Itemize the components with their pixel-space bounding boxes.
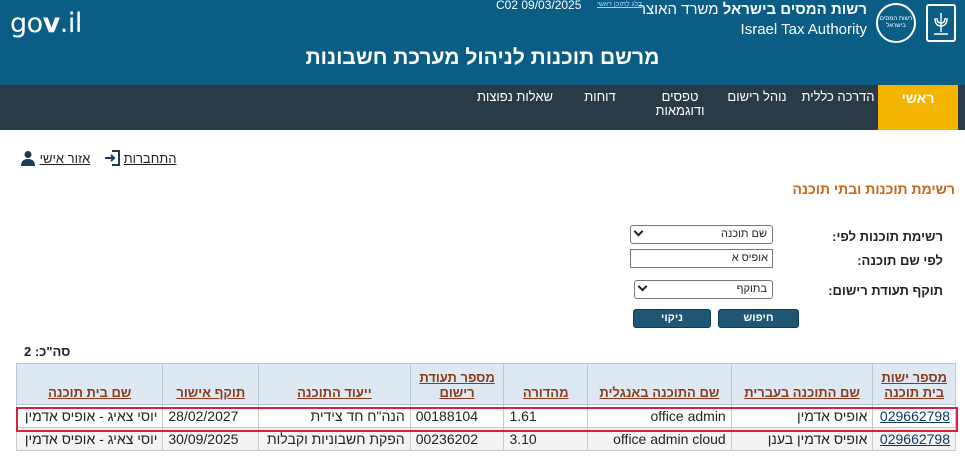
tax-authority-emblem-icon: רשות המסים בישראל (876, 3, 916, 43)
table-cell: 3.10 (503, 427, 589, 451)
column-header-hebrew-name[interactable]: שם התוכנה בעברית (730, 363, 874, 405)
skip-to-content-link[interactable]: דלג לתוכן ראשי (597, 1, 642, 8)
site-header: gov.il C02 09/03/2025 דלג לתוכן ראשי רשו… (0, 0, 965, 85)
clear-button[interactable]: ניקוי (633, 309, 711, 328)
nav-item-general-guide[interactable]: הדרכה כללית (799, 85, 877, 130)
version-label: C02 09/03/2025 (496, 0, 582, 12)
column-header-approval-validity[interactable]: תוקף אישור (162, 363, 260, 405)
validity-selected-value: בתוקף (736, 283, 767, 295)
validity-label: תוקף תעודת רישום: (828, 283, 943, 298)
state-emblem-icon (926, 4, 956, 42)
table-cell: הנה"ח חד צידית (258, 404, 411, 428)
table-cell: הפקת חשבוניות וקבלות (258, 427, 411, 451)
table-cell: אופיס אדמין (730, 404, 874, 428)
personal-area-label[interactable]: אזור אישי (40, 151, 91, 166)
login-link-label[interactable]: התחברות (124, 151, 177, 166)
login-link[interactable]: התחברות (104, 150, 176, 170)
table-cell: 30/09/2025 (162, 427, 260, 451)
column-header-english-name[interactable]: שם התוכנה באנגלית (587, 363, 732, 405)
column-header-certificate-number[interactable]: מספר תעודת רישום (409, 363, 505, 405)
nav-item-registration-procedure[interactable]: נוהל רישום (718, 85, 796, 130)
validity-select[interactable]: בתוקף (634, 280, 773, 299)
main-navigation: ראשי הדרכה כללית נוהל רישום טפסים ודוגמא… (0, 85, 965, 130)
table-cell: office admin cloud (587, 427, 732, 451)
personal-area-link[interactable]: אזור אישי (20, 150, 90, 170)
chevron-down-icon (633, 226, 644, 237)
list-by-select[interactable]: שם תוכנה (630, 225, 773, 244)
entity-number-link[interactable]: 029662798 (872, 427, 956, 451)
chevron-down-icon (637, 281, 648, 292)
search-button[interactable]: חיפוש (718, 309, 799, 328)
list-by-selected-value: שם תוכנה (720, 228, 767, 240)
login-icon (104, 150, 120, 169)
list-by-label: רשימת תוכנות לפי: (832, 229, 943, 244)
table-cell: 00188104 (409, 404, 505, 428)
results-table: מספר ישות בית תוכנה שם התוכנה בעברית שם … (15, 363, 956, 451)
table-cell: יוסי צאיג - אופיס אדמין (15, 404, 164, 428)
table-row: 029662798 אופיס אדמין בענן office admin … (15, 427, 956, 451)
table-cell: 1.61 (503, 404, 589, 428)
authority-name-hebrew: רשות המסים בישראל משרד האוצר (637, 1, 867, 18)
section-title: רשימת תוכנות ובתי תוכנה (792, 181, 955, 197)
gov-il-logo[interactable]: gov.il (10, 8, 82, 39)
table-cell: office admin (587, 404, 732, 428)
name-label: לפי שם תוכנה: (857, 253, 943, 268)
user-icon (20, 150, 36, 169)
nav-item-reports[interactable]: דוחות (570, 85, 630, 130)
nav-item-faq[interactable]: שאלות נפוצות (470, 85, 560, 130)
nav-item-home[interactable]: ראשי (878, 85, 958, 130)
nav-item-forms-examples[interactable]: טפסים ודוגמאות (645, 85, 715, 130)
table-cell: יוסי צאיג - אופיס אדמין (15, 427, 164, 451)
software-name-input[interactable]: אופיס א (630, 249, 773, 268)
table-cell: 00236202 (409, 427, 505, 451)
entity-number-link[interactable]: 029662798 (872, 404, 956, 428)
column-header-edition[interactable]: מהדורה (503, 363, 589, 405)
table-header-row: מספר ישות בית תוכנה שם התוכנה בעברית שם … (15, 363, 956, 405)
column-header-entity-number[interactable]: מספר ישות בית תוכנה (872, 363, 956, 405)
page-title: מרשם תוכנות לניהול מערכת חשבונות (305, 46, 660, 69)
table-cell: אופיס אדמין בענן (730, 427, 874, 451)
table-row: 029662798 אופיס אדמין office admin 1.61 … (15, 404, 956, 428)
results-count: סה"כ: 2 (24, 344, 71, 359)
authority-name-english: Israel Tax Authority (740, 21, 867, 38)
table-cell: 28/02/2027 (162, 404, 260, 428)
column-header-purpose[interactable]: ייעוד התוכנה (258, 363, 411, 405)
column-header-software-house[interactable]: שם בית תוכנה (15, 363, 164, 405)
